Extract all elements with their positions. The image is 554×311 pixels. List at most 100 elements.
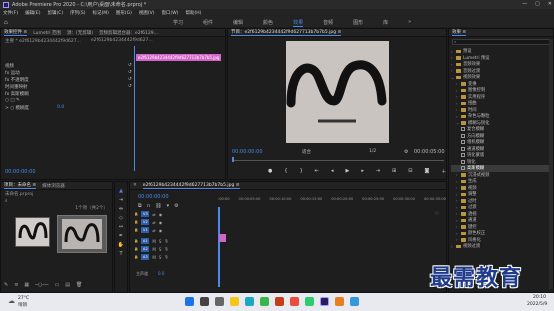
play-icon[interactable]: ▶ [345,168,349,175]
lock-icon[interactable]: 🔒 [134,247,138,251]
master-track-value[interactable]: 0.0 [158,271,164,277]
solo-icon[interactable]: S [159,247,162,252]
workspace-color[interactable]: 颜色 [263,19,273,27]
workspace-learn[interactable]: 学习 [173,19,183,27]
menu-view[interactable]: 视图(V) [139,10,155,16]
track-target-button[interactable]: V2 [141,219,150,225]
slip-tool-icon[interactable]: ↔ [119,224,123,230]
clock-time[interactable]: 20:10 [533,295,546,300]
ripple-edit-tool-icon[interactable]: ⇹ [119,206,123,212]
new-bin-icon[interactable]: ▭ [55,282,60,288]
sync-lock-icon[interactable]: ⇄ [152,220,155,225]
track-target-button[interactable]: A2 [141,246,150,252]
list-view-icon[interactable]: ≡ [14,282,18,288]
app-icon[interactable] [350,297,359,306]
premiere-taskbar-icon[interactable] [320,297,329,306]
effects-panel-title[interactable]: 效果 ≡ [452,29,467,36]
icon-view-icon[interactable]: ▦ [24,282,29,288]
timeline-playhead[interactable] [218,207,220,287]
go-to-in-icon[interactable]: ⇤ [315,168,319,175]
effect-controls-timecode[interactable]: 00:00:00:00 [5,169,36,175]
microphone-icon[interactable]: 🎙 [164,247,168,251]
tab-project[interactable]: 项目：未命名 ≡ [4,182,37,189]
pen-tool-icon[interactable]: ✒ [119,233,123,239]
close-icon[interactable]: ✕ [133,183,137,188]
camera-icon[interactable]: ◙ [424,168,429,175]
mark-out-icon[interactable]: } [300,168,303,175]
overwrite-icon[interactable]: ⊟ [408,168,412,175]
lock-icon[interactable]: 🔒 [134,220,138,224]
wrench-icon[interactable]: ⚙ [174,203,178,209]
mute-icon[interactable]: M [152,247,155,252]
effects-scrollbar[interactable] [549,39,553,289]
menu-help[interactable]: 帮助(H) [185,10,201,16]
tab-media-browser[interactable]: 媒体浏览器 [42,183,65,189]
quality-dropdown[interactable]: 1/2 [369,149,376,154]
clip-bar[interactable]: e2f6129b4234442f9d627713b7b7b5.jpg [136,54,221,61]
selection-tool-icon[interactable]: ▲ [119,188,123,194]
track-select-tool-icon[interactable]: ⇥ [119,197,123,203]
program-playhead[interactable] [232,157,234,162]
maximize-button[interactable]: ▢ [535,1,540,7]
program-monitor-title[interactable]: 节目：e2f6129b4234442f9d627713b7b7b5.jpg ≡ [231,29,342,36]
windows-start-icon[interactable] [185,297,194,306]
wechat-icon[interactable] [260,297,269,306]
sync-lock-icon[interactable]: ⇄ [152,228,155,233]
timeline-clip-v1[interactable] [219,234,226,242]
file-explorer-icon[interactable] [230,297,239,306]
menu-file[interactable]: 文件(F) [3,10,18,16]
mute-icon[interactable]: M [152,239,155,244]
workspace-graphics[interactable]: 图形 [353,19,363,27]
app-icon[interactable] [290,297,299,306]
insert-icon[interactable]: ⊞ [392,168,396,175]
workspace-audio[interactable]: 音频 [323,19,333,27]
timeline-sequence-tab[interactable]: e2f6129b4234442f9d627713b7b7b5.jpg ≡ [142,183,240,189]
add-marker-icon[interactable]: ● [268,168,272,175]
reset-icon[interactable]: ↺ [128,83,134,90]
add-marker-icon[interactable]: ▾ [167,203,170,209]
timeline-timecode[interactable]: 00:00:00:00 [138,194,169,200]
home-icon[interactable]: ⌂ [4,19,8,26]
program-timecode[interactable]: 00:00:00:00 [232,149,263,155]
task-view-icon[interactable] [215,297,224,306]
timeline-ruler[interactable]: :00:00 00:00:05:00 00:00:10:00 00:00:15:00 0… [218,197,446,205]
step-back-icon[interactable]: ◂ [331,168,334,175]
microphone-icon[interactable]: 🎙 [164,239,168,243]
effect-row[interactable]: > ○ 模糊度 0.0 [1,104,134,111]
weather-icon[interactable]: ☁ [8,297,15,305]
step-forward-icon[interactable]: ▸ [361,168,364,175]
close-button[interactable]: ✕ [548,1,552,7]
blurriness-value[interactable]: 0.0 [57,105,64,110]
solo-icon[interactable]: S [159,255,162,260]
app-icon[interactable] [305,297,314,306]
edge-icon[interactable] [245,297,254,306]
menu-window[interactable]: 窗口(W) [162,10,179,16]
mute-icon[interactable]: M [152,255,155,260]
effect-row[interactable]: fx 运动 [1,69,134,76]
zoom-slider[interactable]: ─○── [35,282,48,288]
workspace-effects[interactable]: 效果 [293,19,304,27]
program-scrubber[interactable] [232,157,444,162]
razor-tool-icon[interactable]: ◇ [119,215,123,221]
solo-icon[interactable]: S [159,239,162,244]
app-icon[interactable] [335,297,344,306]
project-search[interactable]: ⌕ [1,197,112,204]
menu-edit[interactable]: 编辑(E) [25,10,40,16]
track-target-button[interactable]: A1 [141,238,150,244]
effect-row[interactable]: fx 不透明度 [1,76,134,83]
lock-icon[interactable]: 🔒 [134,239,138,243]
tab-effect-controls[interactable]: 效果控件 ≡ [4,29,28,36]
type-tool-icon[interactable]: T [119,251,122,257]
lock-icon[interactable]: 🔒 [134,228,138,232]
project-thumbnail[interactable] [15,217,50,247]
microphone-icon[interactable]: 🎙 [164,255,168,259]
nest-icon[interactable]: ⧉ [138,203,142,209]
minimize-button[interactable]: — [522,1,527,7]
track-target-button[interactable]: V3 [141,211,150,217]
reset-icon[interactable]: ↺ [128,69,134,76]
track-target-button[interactable]: V1 [141,227,150,233]
project-thumbnail-sequence[interactable] [57,215,107,253]
eye-icon[interactable]: ◉ [159,220,163,225]
mark-in-icon[interactable]: { [284,168,287,175]
snap-icon[interactable]: ∩ [147,203,151,209]
